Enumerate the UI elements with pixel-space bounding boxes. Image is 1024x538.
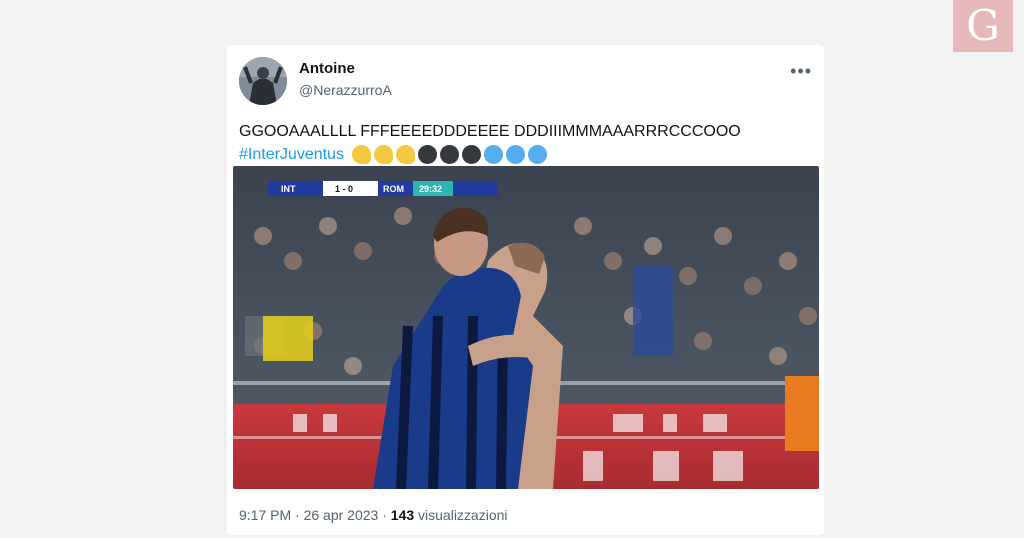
blue-circle-emoji-icon: [506, 145, 526, 165]
hashtag-link[interactable]: #InterJuventus: [239, 146, 344, 163]
black-circle-emoji-icon: [418, 145, 438, 165]
black-circle-emoji-icon: [462, 145, 482, 165]
scoreboard-clock: 29:32: [419, 184, 442, 194]
views-label: visualizzazioni: [418, 507, 508, 523]
author-name[interactable]: Antoine: [299, 60, 355, 77]
tweet-text: GGOOAAALLLL FFFEEEEDDDEEEE DDDIIIMMMAAAR…: [239, 120, 811, 166]
tweet-date[interactable]: 26 apr 2023: [304, 507, 379, 523]
more-options-icon[interactable]: •••: [790, 61, 812, 82]
brand-logo: G: [953, 0, 1013, 52]
black-circle-emoji-icon: [440, 145, 460, 165]
avatar[interactable]: [239, 57, 287, 105]
tweet-meta: 9:17 PM · 26 apr 2023 · 143 visualizzazi…: [239, 507, 508, 523]
tweet-time[interactable]: 9:17 PM: [239, 507, 291, 523]
tweet-header: Antoine @NerazzurroA •••: [239, 57, 812, 107]
scoreboard-away-team: ROM: [383, 184, 404, 194]
emoji-row: [352, 145, 548, 165]
scoreboard-home-team: INT: [281, 184, 296, 194]
brand-logo-letter: G: [966, 1, 1000, 50]
meta-separator: ·: [295, 507, 300, 523]
muscle-emoji-icon: [352, 145, 372, 165]
author-handle[interactable]: @NerazzurroA: [299, 82, 392, 98]
blue-circle-emoji-icon: [484, 145, 504, 165]
tweet-card: Antoine @NerazzurroA ••• GGOOAAALLLL FFF…: [227, 45, 824, 535]
meta-separator: ·: [382, 507, 387, 523]
views-count: 143: [390, 507, 415, 523]
blue-circle-emoji-icon: [528, 145, 548, 165]
muscle-emoji-icon: [374, 145, 394, 165]
tweet-text-main: GGOOAAALLLL FFFEEEEDDDEEEE DDDIIIMMMAAAR…: [239, 123, 741, 140]
scoreboard-score: 1 - 0: [335, 184, 353, 194]
muscle-emoji-icon: [396, 145, 416, 165]
video-media[interactable]: INT 1 - 0 ROM 29:32: [233, 166, 819, 489]
